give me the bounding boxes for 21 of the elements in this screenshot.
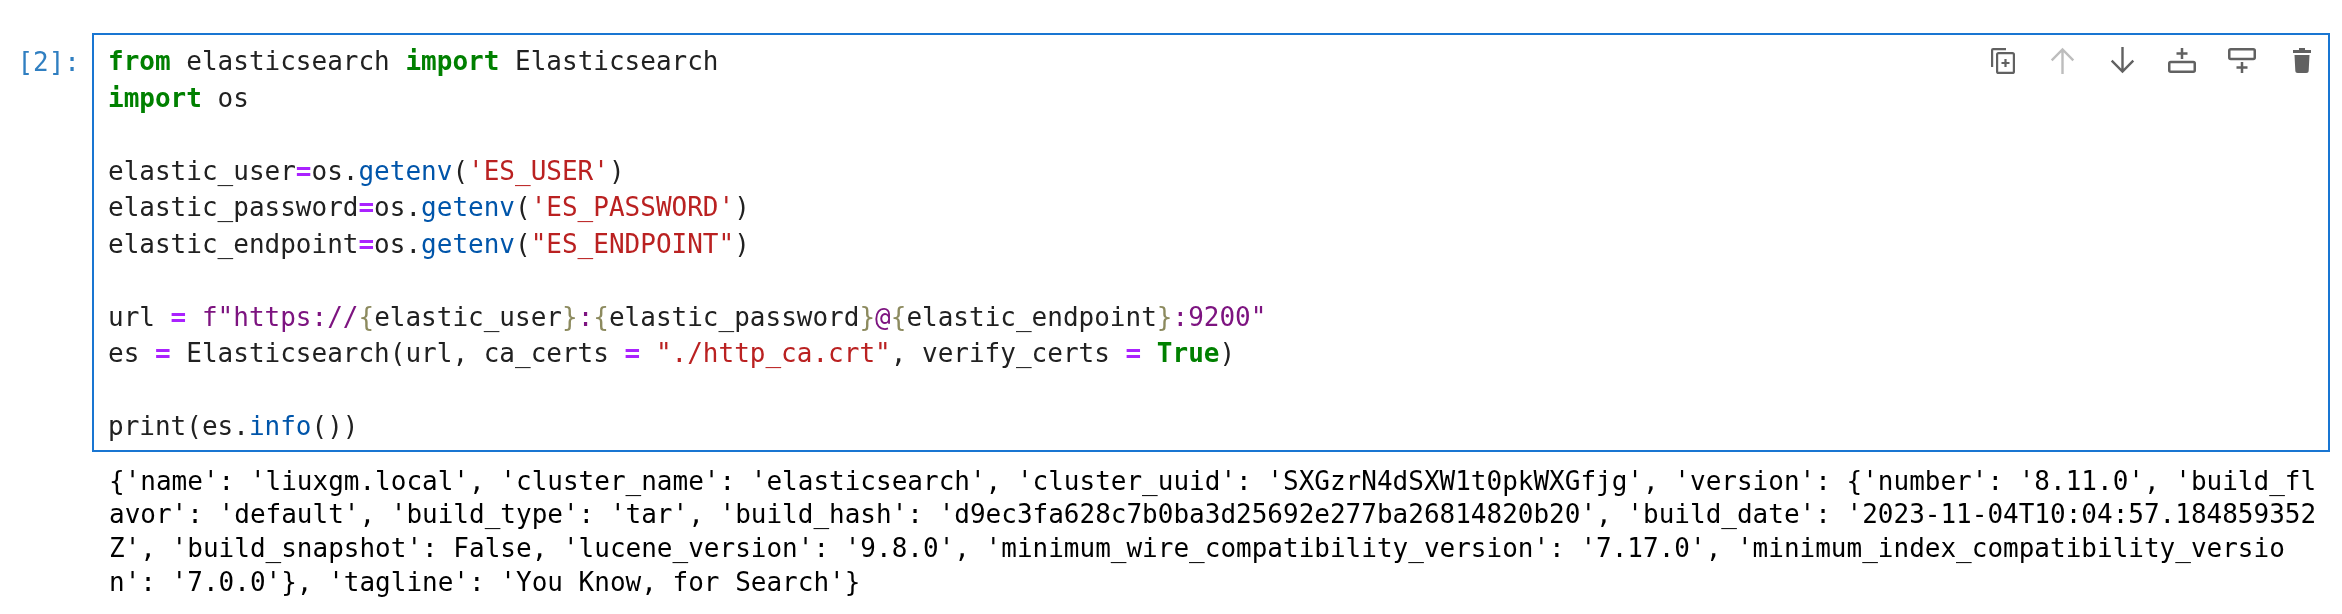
- code-line: es = Elasticsearch(url, ca_certs = "./http_ca.crt", verify_certs = True): [108, 337, 1236, 370]
- plus-below-bar-icon: [2228, 48, 2256, 73]
- code-line: elastic_user=os.getenv('ES_USER'): [108, 154, 625, 188]
- execution-count: [2]:: [17, 47, 80, 77]
- trash-icon: [2293, 48, 2311, 73]
- output-text: {'name': 'liuxgm.local', 'cluster_name': 'elasticsearch', 'cluster_uuid': 'SXGzrN4dSXW1t0pkWXGfjg', 'version': {'number': '8.11.0', 'build_fl avor': 'default', 'build_type': 'tar', 'build_hash': 'd9ec3fa628c7b0ba3d25692e277ba26814820b20', 'build_date': '2023-11-04T10:04:57.184859352 Z', 'build_snapshot': False, 'lucene_version': '9.8.0', 'minimum_wire_compatibility_version': '7.17.0', 'minimum_index_compatibility_versio n': '7.0.0'}, 'tagline': 'You Know, for Search'}: [109, 464, 2317, 599]
- code-line: print(es.info()): [108, 410, 359, 443]
- arrow-up-icon: [2049, 47, 2075, 74]
- code-line: import os: [108, 81, 249, 115]
- insert-above-button[interactable]: [2168, 47, 2196, 74]
- plus-above-bar-icon: [2168, 48, 2196, 73]
- copy-plus-icon: [1989, 47, 2015, 74]
- code-line: url = f"https://{elastic_user}:{elastic_password}@{elastic_endpoint}:9200": [108, 300, 1267, 334]
- arrow-down-icon: [2109, 47, 2135, 74]
- code-line: from elasticsearch import Elasticsearch: [108, 45, 719, 78]
- move-down-button[interactable]: [2108, 47, 2136, 74]
- duplicate-button[interactable]: [1988, 47, 2016, 74]
- code-cell-editor[interactable]: [92, 33, 2330, 452]
- insert-below-button[interactable]: [2228, 47, 2256, 74]
- code-line: elastic_password=os.getenv('ES_PASSWORD'): [108, 191, 750, 224]
- code-line: elastic_endpoint=os.getenv("ES_ENDPOINT"): [108, 227, 750, 261]
